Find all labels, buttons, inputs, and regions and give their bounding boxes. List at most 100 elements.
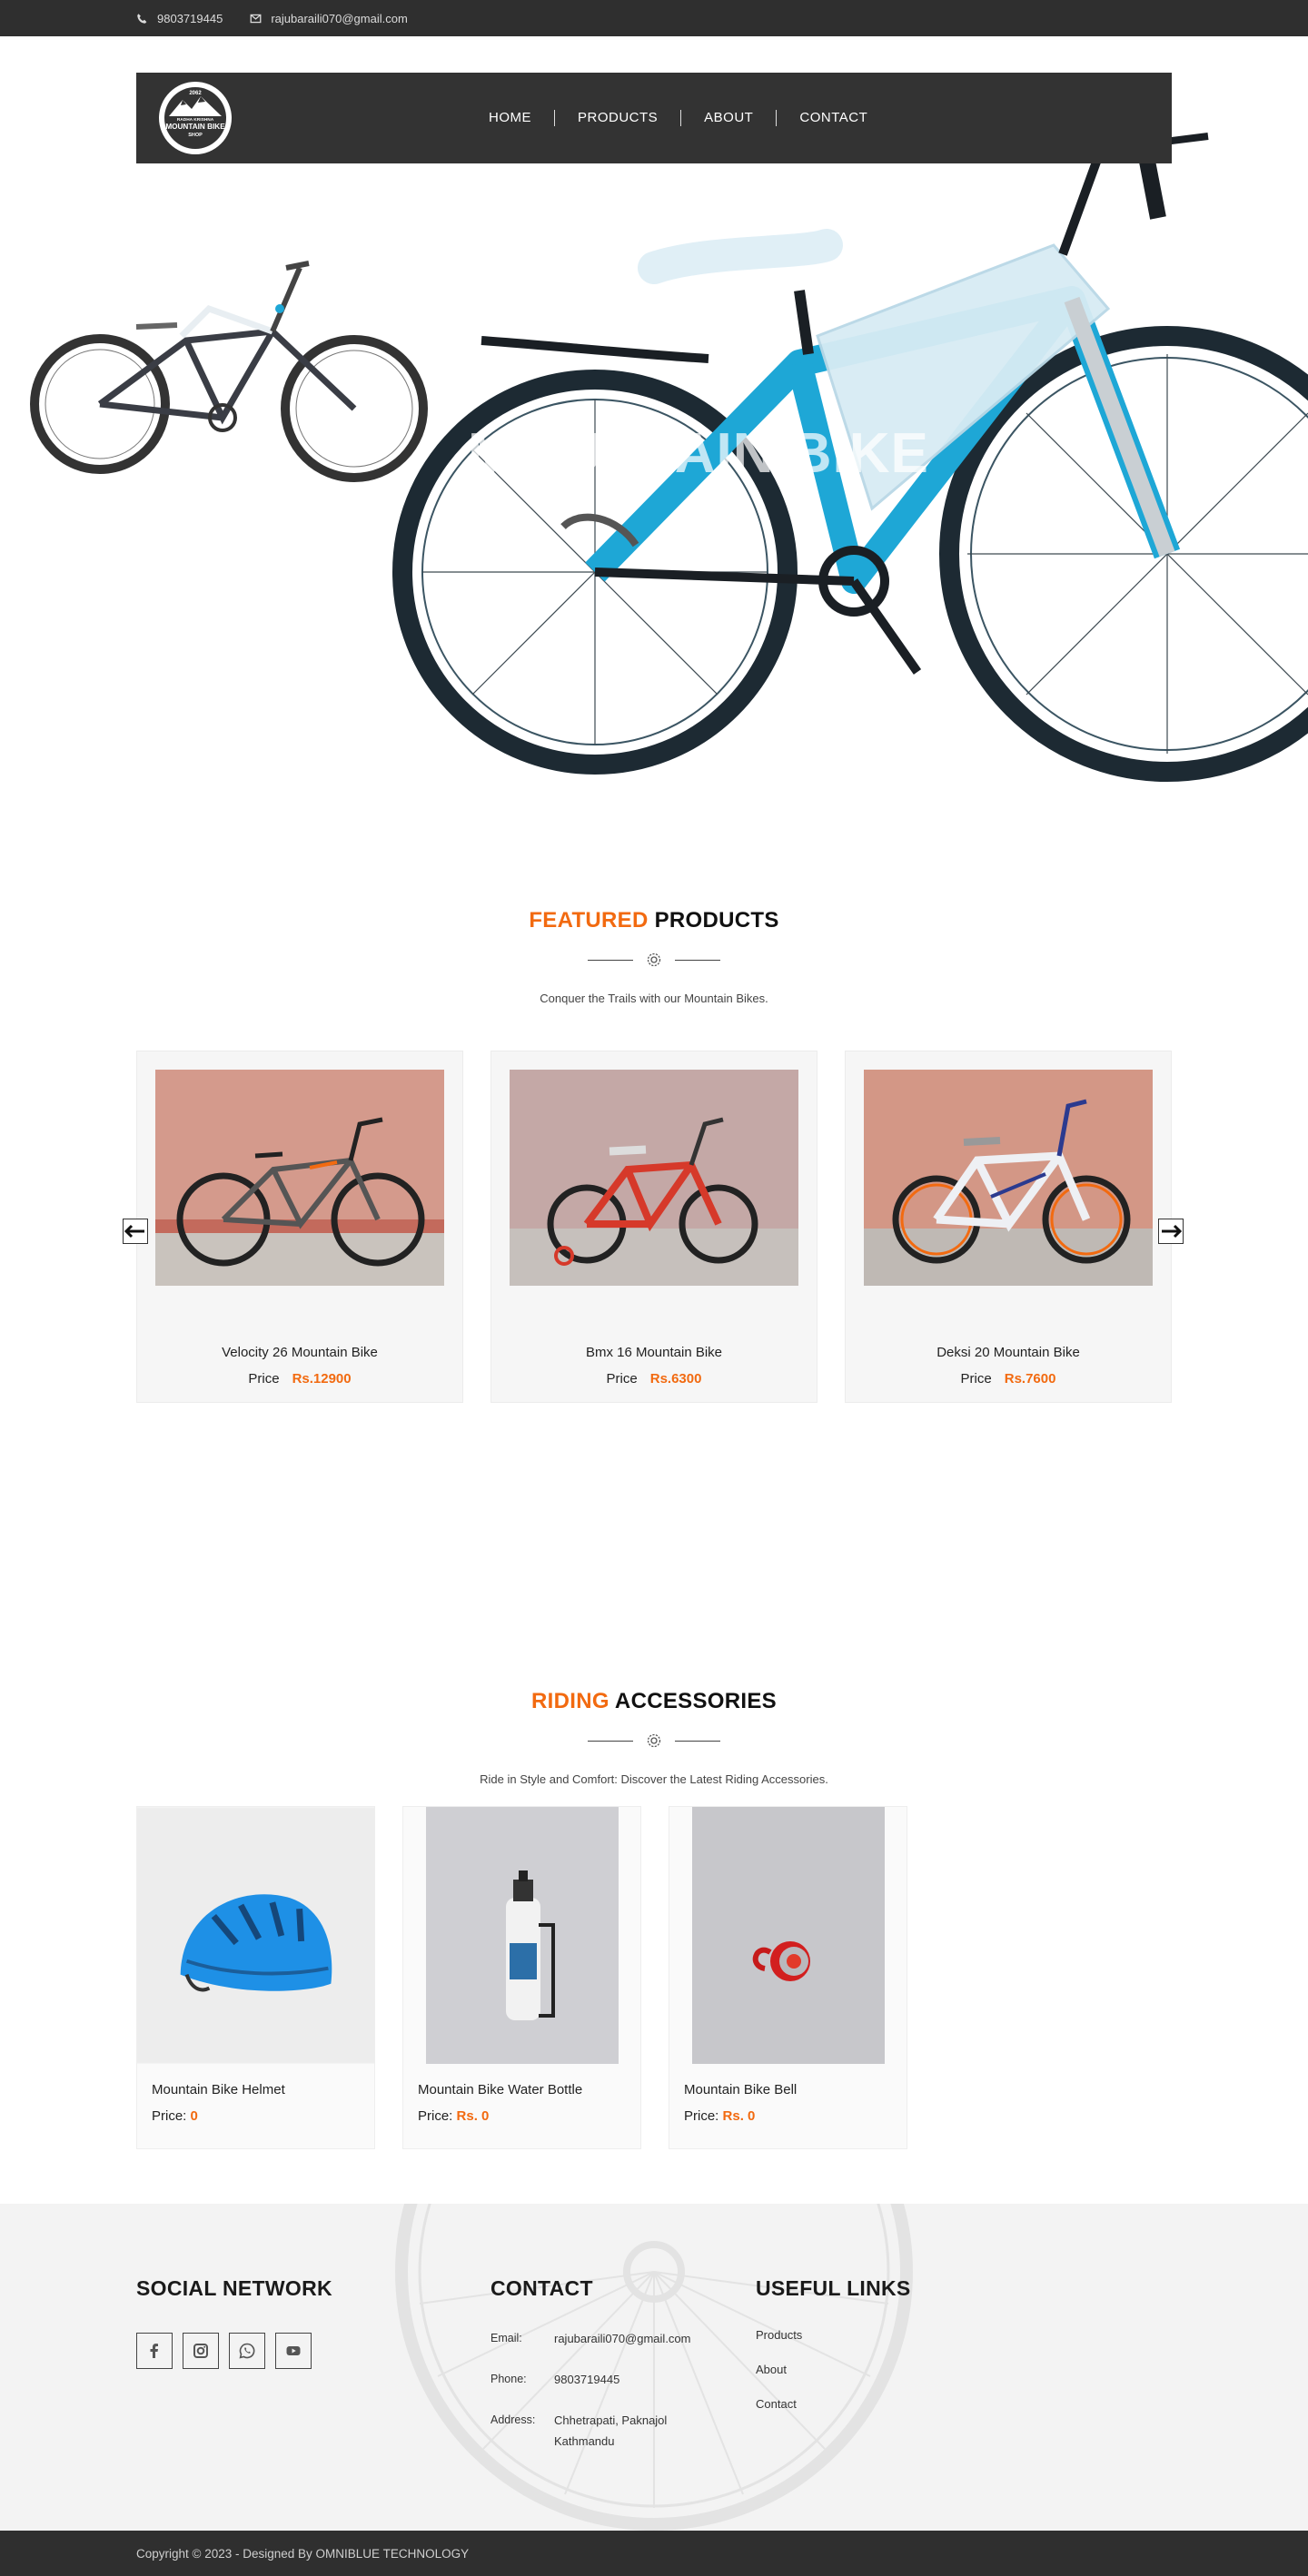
- footer-link-products[interactable]: Products: [756, 2328, 937, 2342]
- price-value: Rs. 0: [456, 2108, 490, 2124]
- topbar-email[interactable]: rajubaraili070@gmail.com: [250, 11, 408, 25]
- useful-links-heading: USEFUL LINKS: [756, 2276, 911, 2300]
- social-links: [136, 2333, 490, 2369]
- accessories-grid: Mountain Bike Helmet Price: 0 Mountain B…: [136, 1806, 1172, 2149]
- product-card[interactable]: Deksi 20 Mountain Bike Price Rs.7600: [845, 1051, 1172, 1403]
- product-name[interactable]: Velocity 26 Mountain Bike: [137, 1345, 462, 1360]
- accessory-card[interactable]: Mountain Bike Helmet Price: 0: [136, 1806, 375, 2149]
- price-label: Price: [248, 1371, 280, 1387]
- accessory-name[interactable]: Mountain Bike Water Bottle: [403, 2064, 640, 2097]
- phone-icon: [137, 13, 147, 24]
- gear-icon: [647, 1733, 661, 1748]
- accessory-image-wrap: [669, 1807, 907, 2064]
- price-value: Rs.12900: [292, 1371, 352, 1387]
- accessory-image-wrap: [403, 1807, 640, 2064]
- address-line-2: Kathmandu: [554, 2434, 615, 2448]
- product-price: Price Rs.6300: [491, 1371, 817, 1387]
- helmet-image: [137, 1808, 374, 2063]
- product-price: Price Rs.12900: [137, 1371, 462, 1387]
- address-label: Address:: [490, 2413, 536, 2426]
- product-image: [155, 1070, 444, 1286]
- featured-title-accent: FEATURED: [529, 908, 649, 933]
- carousel-next-button[interactable]: [1158, 1219, 1184, 1244]
- facebook-link[interactable]: [136, 2333, 173, 2369]
- product-price: Price Rs.7600: [846, 1371, 1171, 1387]
- contact-address: Chhetrapati, Paknajol Kathmandu: [554, 2410, 736, 2452]
- facebook-icon: [150, 2344, 158, 2358]
- carousel-prev-button[interactable]: [123, 1219, 148, 1244]
- section-divider: [0, 1732, 1308, 1749]
- accessories-subtitle: Ride in Style and Comfort: Discover the …: [480, 1772, 828, 1786]
- footer-social-column: SOCIAL NETWORK: [136, 2276, 490, 2452]
- accessories-heading: RIDING ACCESSORIES Ride in Style and Com…: [0, 1689, 1308, 1786]
- contact-phone[interactable]: 9803719445: [554, 2369, 736, 2390]
- hero-banner: 2062 RADHA KRISHNA MOUNTAIN BIKE SHOP HO…: [0, 36, 1308, 790]
- contact-address-row: Address: Chhetrapati, Paknajol Kathmandu: [490, 2410, 756, 2452]
- logo-est: 2062: [189, 91, 202, 96]
- accessories-title: RIDING ACCESSORIES: [0, 1689, 1308, 1714]
- product-name[interactable]: Deksi 20 Mountain Bike: [846, 1345, 1171, 1360]
- arrow-left-icon: [124, 1224, 144, 1239]
- featured-carousel: Velocity 26 Mountain Bike Price Rs.12900 …: [0, 1051, 1308, 1403]
- youtube-link[interactable]: [275, 2333, 312, 2369]
- featured-subtitle: Conquer the Trails with our Mountain Bik…: [540, 992, 768, 1005]
- contact-email-row: Email: rajubaraili070@gmail.com: [490, 2328, 756, 2349]
- logo-line-2: MOUNTAIN BIKE: [165, 123, 225, 131]
- product-name[interactable]: Bmx 16 Mountain Bike: [491, 1345, 817, 1360]
- useful-links-list: Products About Contact: [756, 2328, 937, 2411]
- product-image: [510, 1070, 798, 1286]
- logo-line-3: SHOP: [188, 133, 203, 138]
- accessory-image-wrap: [137, 1807, 374, 2064]
- price-value: Rs. 0: [722, 2108, 756, 2124]
- social-network-heading: SOCIAL NETWORK: [136, 2276, 332, 2300]
- small-bike-illustration: [30, 261, 428, 482]
- shop-logo[interactable]: 2062 RADHA KRISHNA MOUNTAIN BIKE SHOP: [151, 80, 240, 156]
- nav-about[interactable]: ABOUT: [680, 110, 776, 126]
- site-footer: SOCIAL NETWORK CONTACT Email: rajubarail…: [0, 2204, 1308, 2531]
- price-value: Rs.6300: [649, 1371, 702, 1387]
- accessory-card[interactable]: Mountain Bike Bell Price: Rs. 0: [669, 1806, 907, 2149]
- topbar-email-text: rajubaraili070@gmail.com: [271, 11, 408, 25]
- product-card[interactable]: Velocity 26 Mountain Bike Price Rs.12900: [136, 1051, 463, 1403]
- accessory-name[interactable]: Mountain Bike Helmet: [137, 2064, 374, 2097]
- bell-image: [691, 1807, 885, 2064]
- topbar-phone-text: 9803719445: [157, 11, 223, 25]
- accessory-card[interactable]: Mountain Bike Water Bottle Price: Rs. 0: [402, 1806, 641, 2149]
- riding-accessories-section: RIDING ACCESSORIES Ride in Style and Com…: [0, 1525, 1308, 2149]
- accessory-price: Price: Rs. 0: [403, 2097, 640, 2124]
- product-card[interactable]: Bmx 16 Mountain Bike Price Rs.6300: [490, 1051, 818, 1403]
- featured-heading: FEATURED PRODUCTS Conquer the Trails wit…: [0, 908, 1308, 1005]
- featured-title-rest: PRODUCTS: [648, 908, 779, 933]
- accessory-name[interactable]: Mountain Bike Bell: [669, 2064, 907, 2097]
- nav-home[interactable]: HOME: [466, 110, 554, 126]
- featured-title: FEATURED PRODUCTS: [0, 908, 1308, 933]
- phone-label: Phone:: [490, 2373, 527, 2385]
- product-slider: Velocity 26 Mountain Bike Price Rs.12900 …: [136, 1051, 1172, 1403]
- section-divider: [0, 952, 1308, 968]
- nav-products[interactable]: PRODUCTS: [554, 110, 680, 126]
- accessories-title-accent: RIDING: [531, 1689, 609, 1713]
- featured-products-section: FEATURED PRODUCTS Conquer the Trails wit…: [0, 790, 1308, 1525]
- accessory-price: Price: 0: [137, 2097, 374, 2124]
- topbar-phone[interactable]: 9803719445: [136, 12, 223, 25]
- price-value: 0: [190, 2108, 198, 2124]
- copyright-bar: Copyright © 2023 - Designed By OMNIBLUE …: [0, 2531, 1308, 2576]
- email-label: Email:: [490, 2332, 522, 2344]
- instagram-icon: [193, 2344, 208, 2358]
- footer-link-contact[interactable]: Contact: [756, 2397, 937, 2411]
- footer-link-about[interactable]: About: [756, 2363, 937, 2376]
- water-bottle-image: [425, 1807, 619, 2064]
- contact-email[interactable]: rajubaraili070@gmail.com: [554, 2328, 736, 2349]
- copyright-text: Copyright © 2023 - Designed By OMNIBLUE …: [136, 2546, 470, 2561]
- whatsapp-link[interactable]: [229, 2333, 265, 2369]
- contact-phone-row: Phone: 9803719445: [490, 2369, 756, 2390]
- footer-links-column: USEFUL LINKS Products About Contact: [756, 2276, 937, 2452]
- product-image: [864, 1070, 1153, 1286]
- price-label: Price:: [152, 2108, 191, 2124]
- instagram-link[interactable]: [183, 2333, 219, 2369]
- main-navbar: 2062 RADHA KRISHNA MOUNTAIN BIKE SHOP HO…: [136, 73, 1172, 163]
- envelope-icon: [250, 14, 262, 23]
- contact-heading: CONTACT: [490, 2276, 593, 2300]
- nav-contact[interactable]: CONTACT: [776, 110, 890, 126]
- price-label: Price:: [418, 2108, 457, 2124]
